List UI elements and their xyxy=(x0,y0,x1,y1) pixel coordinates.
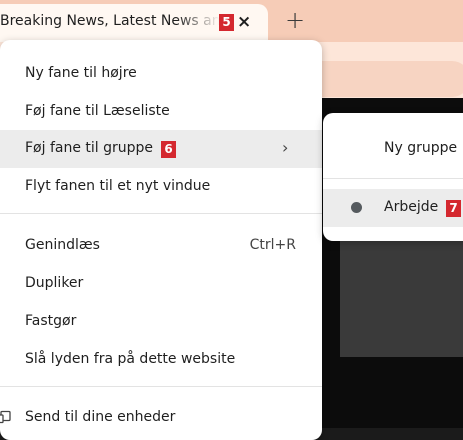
menu-item-label: Ny fane til højre xyxy=(25,65,137,81)
tab-title: Breaking News, Latest News and Videos xyxy=(0,13,220,29)
menu-item-mute-site[interactable]: Slå lyden fra på dette website xyxy=(0,341,322,379)
group-submenu: Ny gruppe Arbejde 7 xyxy=(323,113,463,241)
badge-6: 6 xyxy=(161,141,176,158)
devices-icon xyxy=(0,410,11,424)
menu-item-reload[interactable]: Genindlæs Ctrl+R xyxy=(0,227,322,265)
group-color-dot-icon xyxy=(351,202,362,213)
close-tab-icon[interactable]: × xyxy=(237,12,251,32)
browser-tab[interactable]: Breaking News, Latest News and Videos 5 … xyxy=(0,4,268,42)
menu-item-label: Flyt fanen til et nyt vindue xyxy=(25,178,211,194)
menu-item-label: Føj fane til gruppe xyxy=(25,140,154,156)
new-group-label: Ny gruppe xyxy=(384,140,458,156)
menu-item-add-to-group[interactable]: Føj fane til gruppe 6 › xyxy=(0,130,322,168)
menu-item-pin[interactable]: Fastgør xyxy=(0,303,322,341)
menu-item-move-to-new-window[interactable]: Flyt fanen til et nyt vindue xyxy=(0,168,322,206)
menu-item-label: Fastgør xyxy=(25,313,77,329)
badge-5: 5 xyxy=(219,14,234,31)
menu-item-label: Genindlæs xyxy=(25,237,100,253)
menu-separator xyxy=(0,213,322,214)
badge-7: 7 xyxy=(446,200,461,217)
menu-item-new-group[interactable]: Ny gruppe xyxy=(323,130,463,168)
menu-item-label: Dupliker xyxy=(25,275,84,291)
menu-item-duplicate[interactable]: Dupliker xyxy=(0,265,322,303)
menu-item-group-arbejde[interactable]: Arbejde 7 xyxy=(323,189,463,227)
address-bar[interactable] xyxy=(300,61,463,97)
page-content-block xyxy=(340,232,463,357)
menu-item-label: Slå lyden fra på dette website xyxy=(25,351,236,367)
menu-item-label: Føj fane til Læseliste xyxy=(25,103,170,119)
menu-item-add-to-reading-list[interactable]: Føj fane til Læseliste xyxy=(0,93,322,131)
menu-item-new-tab-right[interactable]: Ny fane til højre xyxy=(0,55,322,93)
menu-separator xyxy=(323,178,463,179)
tab-context-menu: Ny fane til højre Føj fane til Læseliste… xyxy=(0,40,322,440)
chevron-right-icon: › xyxy=(282,138,289,157)
new-tab-icon[interactable]: + xyxy=(285,6,305,34)
group-label: Arbejde xyxy=(384,199,439,215)
menu-separator xyxy=(0,386,322,387)
menu-item-label: Send til dine enheder xyxy=(25,409,176,425)
menu-item-send-to-devices[interactable]: Send til dine enheder xyxy=(0,399,322,437)
reload-shortcut: Ctrl+R xyxy=(249,237,296,253)
